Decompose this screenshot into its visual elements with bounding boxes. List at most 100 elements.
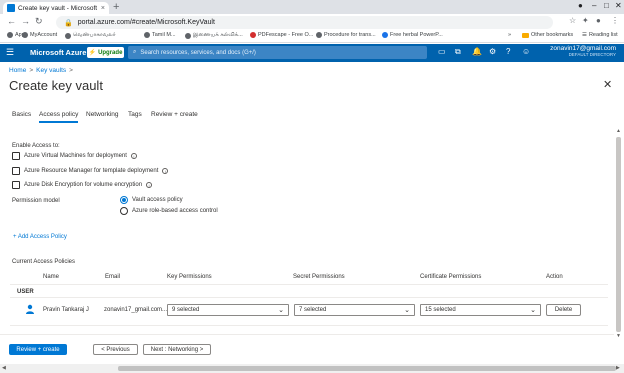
review-create-button[interactable]: Review + create bbox=[9, 344, 67, 355]
profile-icon[interactable]: ● bbox=[578, 1, 583, 10]
chevron-down-icon: ⌄ bbox=[404, 307, 410, 314]
search-icon: ⌕ bbox=[133, 49, 137, 55]
column-header-certificate-permissions: Certificate Permissions bbox=[420, 274, 482, 280]
account-menu[interactable]: zonavin17@gmail.com DEFAULT DIRECTORY bbox=[550, 45, 616, 57]
breadcrumb-home[interactable]: Home bbox=[9, 67, 26, 74]
column-header-action: Action bbox=[546, 274, 563, 280]
checkbox-box[interactable] bbox=[12, 181, 20, 189]
bookmark-pdfescape[interactable]: PDFescape - Free O... bbox=[250, 32, 313, 38]
bookmarks-overflow-icon[interactable]: » bbox=[508, 32, 511, 38]
radio-vault-access-policy[interactable]: Vault access policy bbox=[120, 196, 183, 204]
browser-tab-title: Create key vault - Microsoft Azu bbox=[18, 4, 98, 12]
bookmark-herbal[interactable]: Free herbal PowerP... bbox=[382, 32, 443, 38]
puzzle-icon[interactable]: ✦ bbox=[582, 16, 589, 25]
site-favicon-icon bbox=[316, 32, 322, 38]
add-access-policy-link[interactable]: + Add Access Policy bbox=[13, 234, 67, 240]
lock-icon: 🔒 bbox=[64, 19, 73, 27]
other-bookmarks[interactable]: Other bookmarks bbox=[522, 32, 573, 38]
close-window-icon[interactable]: ✕ bbox=[615, 1, 622, 10]
upgrade-button[interactable]: ⚡ Upgrade bbox=[87, 47, 124, 58]
radio-selected-icon[interactable] bbox=[120, 196, 128, 204]
chevron-down-icon: ⌄ bbox=[530, 307, 536, 314]
previous-button[interactable]: < Previous bbox=[93, 344, 138, 355]
folder-icon bbox=[522, 32, 529, 38]
google-favicon-icon bbox=[22, 32, 28, 38]
key-permissions-dropdown[interactable]: 9 selected ⌄ bbox=[167, 304, 289, 316]
radio-unselected-icon[interactable] bbox=[120, 207, 128, 215]
tab-review-create[interactable]: Review + create bbox=[151, 111, 198, 118]
scroll-down-icon[interactable]: ▼ bbox=[616, 333, 621, 339]
reading-list-icon: ☰ bbox=[582, 32, 587, 38]
scroll-right-icon[interactable]: ▶ bbox=[616, 365, 620, 371]
scroll-left-icon[interactable]: ◀ bbox=[2, 365, 6, 371]
vertical-scrollbar[interactable] bbox=[616, 137, 621, 332]
browser-tab[interactable]: Create key vault - Microsoft Azu × bbox=[3, 2, 109, 14]
forward-icon[interactable]: → bbox=[21, 16, 30, 26]
secret-permissions-dropdown[interactable]: 7 selected ⌄ bbox=[294, 304, 415, 316]
minimize-icon[interactable]: – bbox=[592, 1, 596, 10]
close-tab-icon[interactable]: × bbox=[101, 5, 105, 12]
checkbox-disk-encryption[interactable]: Azure Disk Encryption for volume encrypt… bbox=[12, 181, 153, 189]
info-icon[interactable]: i bbox=[130, 153, 137, 159]
info-icon[interactable]: i bbox=[162, 168, 169, 174]
tab-access-policy[interactable]: Access policy bbox=[39, 111, 79, 123]
directory-filter-icon[interactable]: ⧉ bbox=[455, 47, 461, 57]
certificate-permissions-dropdown[interactable]: 15 selected ⌄ bbox=[420, 304, 541, 316]
checkbox-box[interactable] bbox=[12, 152, 20, 160]
apps-grid-icon bbox=[7, 32, 13, 38]
checkbox-box[interactable] bbox=[12, 167, 20, 175]
bookmark-tamil[interactable]: Tamil M... bbox=[144, 32, 176, 38]
column-header-name: Name bbox=[43, 274, 60, 280]
bookmark-tamil-edu[interactable]: இணையக் கல்விக்... bbox=[185, 32, 243, 39]
menu-kebab-icon[interactable]: ⋮ bbox=[611, 16, 619, 25]
feedback-icon[interactable]: ☺ bbox=[522, 47, 530, 56]
tab-basics[interactable]: Basics bbox=[12, 111, 31, 118]
scroll-up-icon[interactable]: ▲ bbox=[616, 128, 621, 134]
azure-search-input[interactable]: ⌕ Search resources, services, and docs (… bbox=[128, 46, 427, 59]
settings-gear-icon[interactable]: ⚙ bbox=[489, 47, 496, 56]
bookmark-procedure[interactable]: Procedure for trans... bbox=[316, 32, 376, 38]
breadcrumb-key-vaults[interactable]: Key vaults bbox=[36, 67, 66, 74]
site-favicon-icon bbox=[144, 32, 150, 38]
user-group-label: USER bbox=[17, 289, 34, 295]
footer-divider bbox=[0, 334, 614, 335]
divider bbox=[10, 284, 608, 285]
bookmark-venbaakaavalar[interactable]: வெண்பாகாவலர் bbox=[65, 32, 116, 39]
divider bbox=[10, 325, 608, 326]
site-favicon-icon bbox=[185, 32, 191, 39]
rocket-icon: ⚡ bbox=[88, 50, 97, 56]
info-icon[interactable]: i bbox=[146, 182, 153, 188]
column-header-secret-permissions: Secret Permissions bbox=[293, 274, 345, 280]
next-networking-button[interactable]: Next : Networking > bbox=[143, 344, 211, 355]
user-email: zonavin17_gmail.com... bbox=[104, 307, 168, 313]
checkbox-arm-template[interactable]: Azure Resource Manager for template depl… bbox=[12, 167, 169, 175]
help-icon[interactable]: ? bbox=[506, 47, 510, 56]
user-avatar-icon bbox=[26, 304, 34, 314]
pdf-favicon-icon bbox=[250, 32, 256, 38]
extensions-icon[interactable]: ☆ bbox=[569, 16, 576, 25]
maximize-icon[interactable]: □ bbox=[604, 1, 609, 10]
address-bar[interactable]: 🔒 portal.azure.com/#create/Microsoft.Key… bbox=[56, 16, 553, 29]
page-title: Create key vault bbox=[9, 78, 103, 93]
checkbox-vm-deployment[interactable]: Azure Virtual Machines for deployment i bbox=[12, 152, 137, 160]
hamburger-menu-icon[interactable]: ☰ bbox=[6, 47, 14, 58]
back-icon[interactable]: ← bbox=[7, 16, 16, 26]
azure-brand[interactable]: Microsoft Azure bbox=[30, 48, 86, 57]
tab-tags[interactable]: Tags bbox=[128, 111, 142, 118]
reading-list[interactable]: ☰ Reading list bbox=[582, 32, 618, 38]
close-blade-icon[interactable]: ✕ bbox=[603, 78, 612, 91]
account-directory: DEFAULT DIRECTORY bbox=[568, 52, 616, 57]
avatar-icon[interactable]: ● bbox=[596, 16, 601, 25]
delete-button[interactable]: Delete bbox=[546, 304, 581, 316]
user-name: Pravin Tankaraj J bbox=[43, 307, 89, 313]
cloud-shell-icon[interactable]: ▭ bbox=[438, 47, 446, 56]
new-tab-button[interactable]: + bbox=[113, 1, 119, 13]
notifications-icon[interactable]: 🔔 bbox=[472, 47, 482, 56]
column-header-key-permissions: Key Permissions bbox=[167, 274, 212, 280]
tab-networking[interactable]: Networking bbox=[86, 111, 119, 118]
radio-rbac[interactable]: Azure role-based access control bbox=[120, 207, 218, 215]
reload-icon[interactable]: ↻ bbox=[35, 16, 43, 27]
bookmark-myaccount[interactable]: MyAccount bbox=[22, 32, 57, 38]
horizontal-scrollbar[interactable] bbox=[118, 366, 616, 371]
breadcrumb: Home > Key vaults > bbox=[9, 67, 73, 74]
